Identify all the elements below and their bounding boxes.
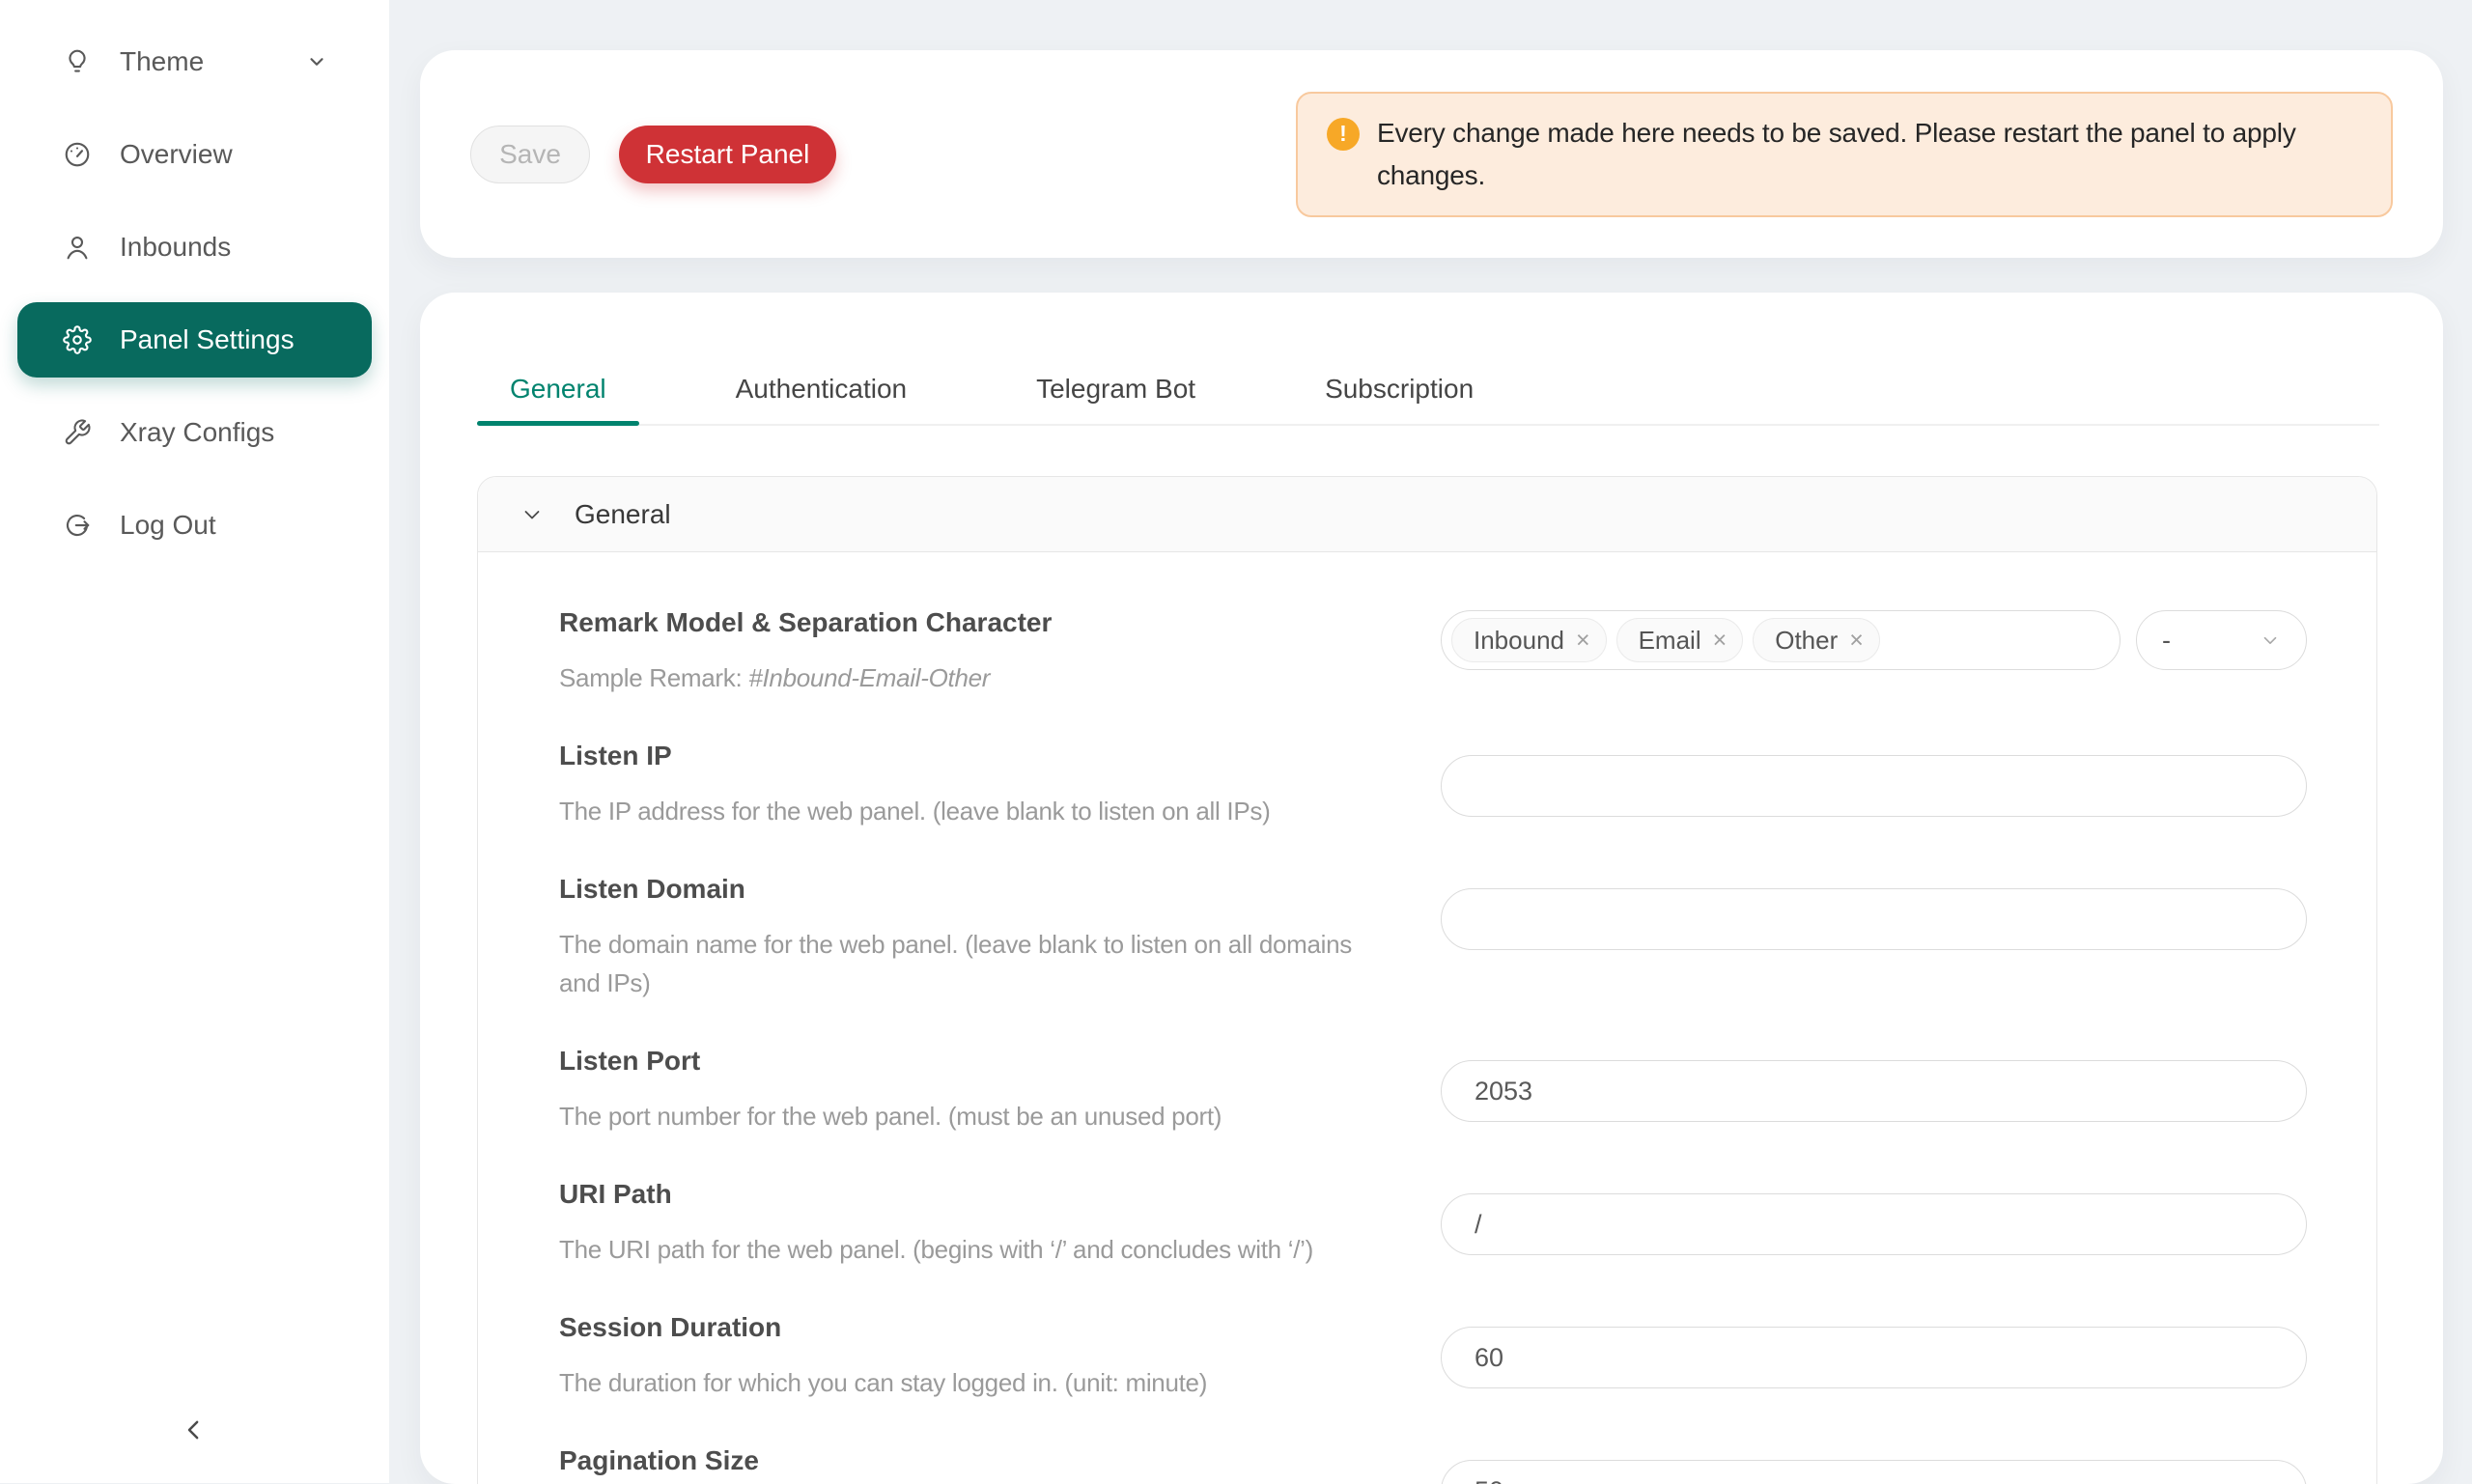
sidebar-item-label: Log Out	[120, 510, 216, 541]
field-label: Listen IP	[559, 740, 1441, 772]
listen-port-input[interactable]	[1441, 1060, 2307, 1122]
sample-remark-prefix: Sample Remark:	[559, 663, 748, 692]
field-description: Sample Remark: #Inbound-Email-Other	[559, 658, 1382, 697]
sidebar-item-label: Inbounds	[120, 232, 231, 263]
uri-path-input[interactable]	[1441, 1193, 2307, 1255]
form-row-pagination-size: Pagination Size	[559, 1444, 2376, 1484]
main-content: Save Restart Panel ! Every change made h…	[389, 0, 2472, 1483]
settings-tabs: General Authentication Telegram Bot Subs…	[477, 374, 2379, 426]
separation-character-select[interactable]: -	[2136, 610, 2307, 670]
toolbar-buttons: Save Restart Panel	[470, 126, 836, 183]
sidebar-item-label: Theme	[120, 46, 204, 77]
sidebar-item-label: Overview	[120, 139, 233, 170]
field-label: URI Path	[559, 1178, 1441, 1211]
sidebar-item-overview[interactable]: Overview	[17, 117, 372, 192]
field-label: Listen Domain	[559, 873, 1441, 906]
sidebar-item-xray-configs[interactable]: Xray Configs	[17, 395, 372, 470]
remove-tag-icon[interactable]: ×	[1713, 629, 1728, 653]
lightbulb-icon	[62, 46, 93, 77]
gauge-icon	[62, 139, 93, 170]
tag-email: Email ×	[1616, 618, 1744, 662]
general-collapse-panel: General Remark Model & Separation Charac…	[477, 476, 2377, 1484]
sidebar-item-label: Xray Configs	[120, 417, 274, 448]
save-button[interactable]: Save	[470, 126, 590, 183]
field-description: The IP address for the web panel. (leave…	[559, 792, 1382, 830]
general-collapse-header[interactable]: General	[478, 477, 2376, 552]
logout-icon	[62, 510, 93, 541]
form-row-listen-port: Listen Port The port number for the web …	[559, 1045, 2376, 1135]
separator-value: -	[2162, 626, 2171, 656]
sample-remark-value: #Inbound-Email-Other	[748, 663, 990, 692]
sidebar-item-theme[interactable]: Theme	[17, 24, 372, 99]
wrench-icon	[62, 417, 93, 448]
field-label: Listen Port	[559, 1045, 1441, 1078]
general-form: Remark Model & Separation Character Samp…	[478, 552, 2376, 1484]
person-icon	[62, 232, 93, 263]
tab-authentication[interactable]: Authentication	[703, 374, 940, 424]
chevron-down-icon[interactable]	[306, 51, 327, 72]
session-duration-input[interactable]	[1441, 1327, 2307, 1388]
restart-panel-button[interactable]: Restart Panel	[619, 126, 836, 183]
form-row-remark-model: Remark Model & Separation Character Samp…	[559, 606, 2376, 697]
remove-tag-icon[interactable]: ×	[1849, 629, 1864, 653]
pagination-size-input[interactable]	[1441, 1460, 2307, 1484]
field-label: Session Duration	[559, 1311, 1441, 1344]
field-label: Remark Model & Separation Character	[559, 606, 1441, 639]
form-row-listen-ip: Listen IP The IP address for the web pan…	[559, 740, 2376, 830]
field-label: Pagination Size	[559, 1444, 1441, 1477]
alert-message: Every change made here needs to be saved…	[1377, 112, 2362, 197]
sidebar-item-inbounds[interactable]: Inbounds	[17, 210, 372, 285]
tab-general[interactable]: General	[477, 374, 639, 424]
remark-model-multiselect[interactable]: Inbound × Email × Other ×	[1441, 610, 2121, 670]
form-row-listen-domain: Listen Domain The domain name for the we…	[559, 873, 2376, 1002]
tab-telegram-bot[interactable]: Telegram Bot	[1003, 374, 1228, 424]
toolbar-card: Save Restart Panel ! Every change made h…	[420, 50, 2443, 258]
collapse-title: General	[575, 499, 671, 530]
exclamation-circle-icon: !	[1327, 118, 1360, 151]
remove-tag-icon[interactable]: ×	[1576, 629, 1590, 653]
settings-card: General Authentication Telegram Bot Subs…	[420, 293, 2443, 1484]
sidebar-item-label: Panel Settings	[120, 324, 295, 355]
chevron-left-icon	[180, 1415, 209, 1444]
sidebar-item-log-out[interactable]: Log Out	[17, 488, 372, 563]
sidebar-item-panel-settings[interactable]: Panel Settings	[17, 302, 372, 378]
form-row-session-duration: Session Duration The duration for which …	[559, 1311, 2376, 1402]
listen-domain-input[interactable]	[1441, 888, 2307, 950]
restart-warning-alert: ! Every change made here needs to be sav…	[1296, 92, 2393, 217]
listen-ip-input[interactable]	[1441, 755, 2307, 817]
tab-subscription[interactable]: Subscription	[1292, 374, 1506, 424]
gear-icon	[62, 324, 93, 355]
sidebar-collapse-button[interactable]	[174, 1410, 214, 1450]
tag-other: Other ×	[1753, 618, 1880, 662]
field-description: The URI path for the web panel. (begins …	[559, 1230, 1382, 1269]
tag-inbound: Inbound ×	[1451, 618, 1607, 662]
field-description: The domain name for the web panel. (leav…	[559, 925, 1382, 1002]
field-description: The duration for which you can stay logg…	[559, 1363, 1382, 1402]
form-row-uri-path: URI Path The URI path for the web panel.…	[559, 1178, 2376, 1269]
chevron-down-icon	[520, 503, 544, 526]
field-description: The port number for the web panel. (must…	[559, 1097, 1382, 1135]
sidebar: Theme Overview Inbounds	[0, 0, 389, 1483]
chevron-down-icon	[2260, 630, 2281, 651]
